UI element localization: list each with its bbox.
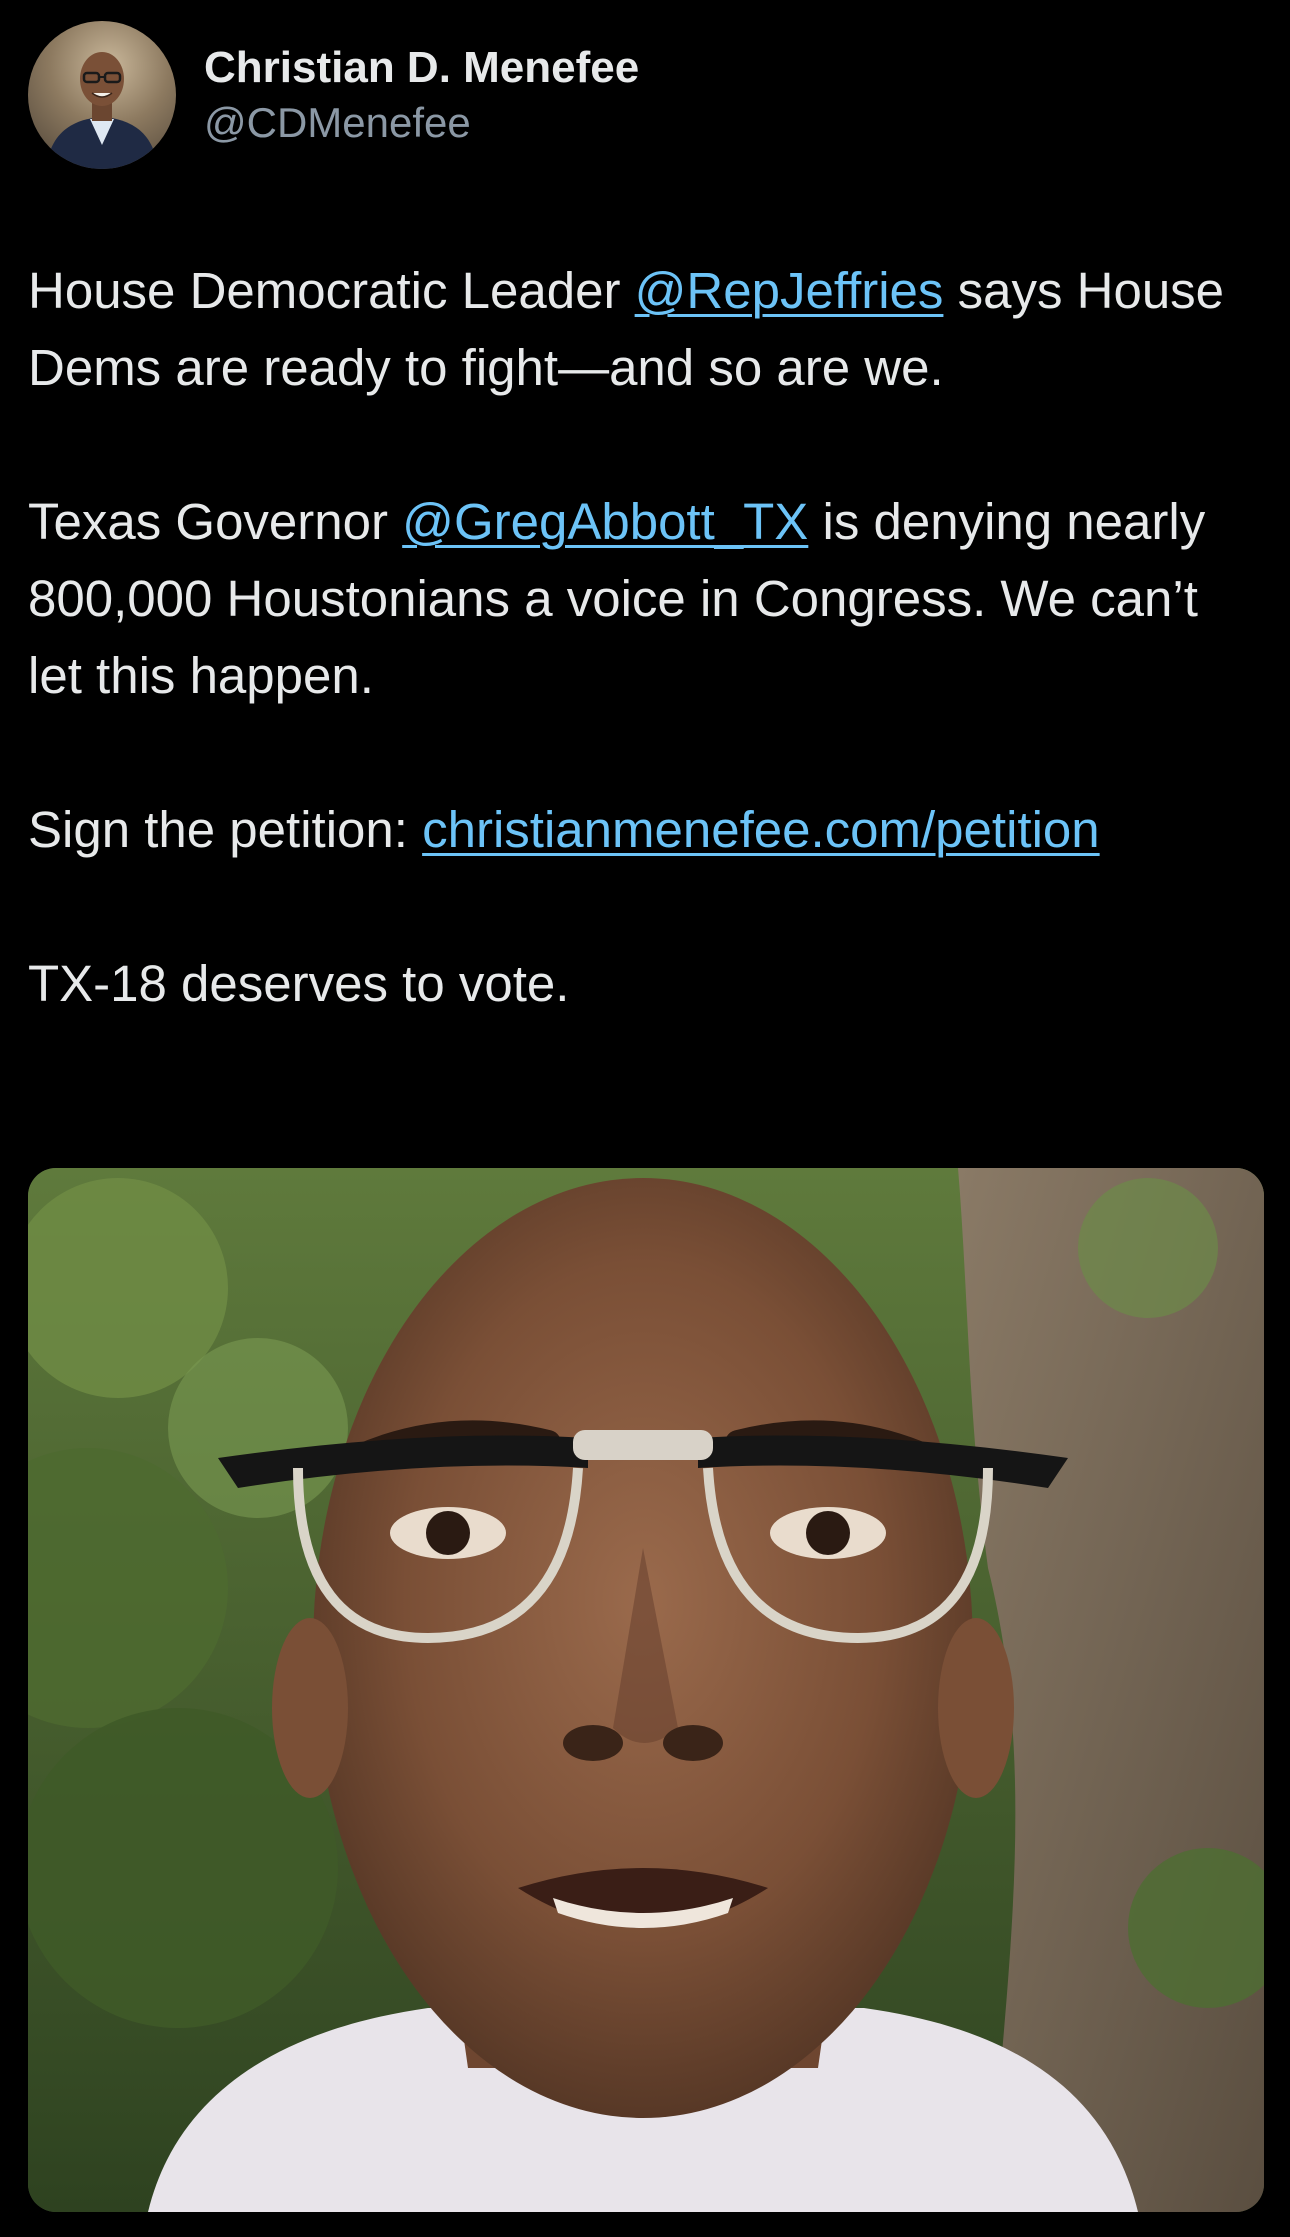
tweet-text-fragment: Texas Governor [28, 493, 403, 550]
mention-repjeffries-link[interactable]: @RepJeffries [635, 262, 944, 319]
tweet-text-fragment: House Democratic Leader [28, 262, 635, 319]
avatar[interactable] [28, 21, 176, 169]
tweet-text-fragment: Sign the petition: [28, 801, 423, 858]
petition-link[interactable]: christianmenefee.com/​petition [422, 801, 1100, 858]
author-names: Christian D. Menefee @CDMenefee [204, 40, 639, 150]
video-thumbnail[interactable] [28, 1168, 1264, 2212]
tweet: Christian D. Menefee @CDMenefee House De… [0, 0, 1290, 2237]
tweet-paragraph-4: TX-18 deserves to vote. [28, 955, 570, 1012]
tweet-paragraph-1: House Democratic Leader @RepJeffries say… [28, 252, 1258, 406]
author-handle[interactable]: @CDMenefee [204, 96, 639, 150]
tweet-header: Christian D. Menefee @CDMenefee [28, 20, 639, 170]
tweet-paragraph-3: Sign the petition: christianmenefee.com/… [28, 791, 1258, 868]
author-display-name[interactable]: Christian D. Menefee [204, 40, 639, 96]
tweet-text: House Democratic Leader @RepJeffries say… [28, 252, 1258, 1022]
tweet-paragraph-2: Texas Governor @GregAbbott_TX is denying… [28, 483, 1258, 714]
mention-gregabbott-link[interactable]: @GregAbbott_TX [402, 493, 808, 550]
